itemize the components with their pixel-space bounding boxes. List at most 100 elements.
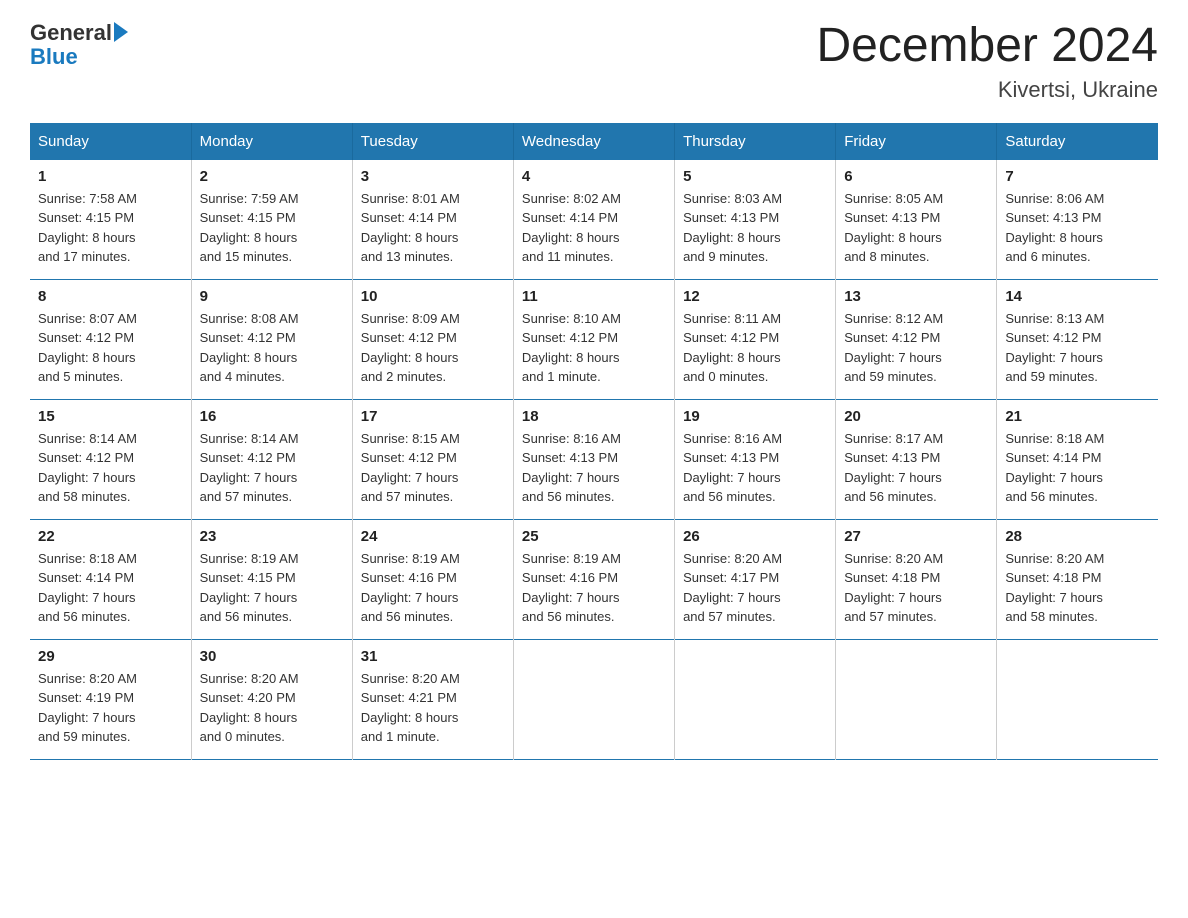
day-number: 4 [522,168,666,185]
day-number: 23 [200,528,344,545]
weekday-header-saturday: Saturday [997,123,1158,160]
day-number: 21 [1005,408,1150,425]
day-number: 22 [38,528,183,545]
calendar-cell: 6 Sunrise: 8:05 AMSunset: 4:13 PMDaylight… [836,160,997,280]
calendar-cell: 2Sunrise: 7:59 AMSunset: 4:15 PMDaylight… [191,160,352,280]
day-info: Sunrise: 8:17 AMSunset: 4:13 PMDaylight:… [844,429,988,507]
day-number: 10 [361,288,505,305]
day-info: Sunrise: 8:11 AMSunset: 4:12 PMDaylight:… [683,309,827,387]
day-info: Sunrise: 8:20 AMSunset: 4:20 PMDaylight:… [200,669,344,747]
calendar-cell: 24 Sunrise: 8:19 AMSunset: 4:16 PMDayligh… [352,519,513,639]
day-info: Sunrise: 8:19 AMSunset: 4:16 PMDaylight:… [522,549,666,627]
calendar-week-3: 15 Sunrise: 8:14 AMSunset: 4:12 PMDayligh… [30,399,1158,519]
calendar-cell: 18 Sunrise: 8:16 AMSunset: 4:13 PMDayligh… [513,399,674,519]
day-info: Sunrise: 8:18 AMSunset: 4:14 PMDaylight:… [38,549,183,627]
title-block: December 2024 Kivertsi, Ukraine [816,20,1158,103]
calendar-cell: 31 Sunrise: 8:20 AMSunset: 4:21 PMDayligh… [352,639,513,759]
day-number: 7 [1005,168,1150,185]
calendar-cell: 11 Sunrise: 8:10 AMSunset: 4:12 PMDayligh… [513,279,674,399]
logo: General Blue [30,20,128,68]
day-info: Sunrise: 8:14 AMSunset: 4:12 PMDaylight:… [200,429,344,507]
day-number: 30 [200,648,344,665]
day-info: Sunrise: 8:12 AMSunset: 4:12 PMDaylight:… [844,309,988,387]
calendar-week-2: 8 Sunrise: 8:07 AMSunset: 4:12 PMDaylight… [30,279,1158,399]
day-info: Sunrise: 8:20 AMSunset: 4:17 PMDaylight:… [683,549,827,627]
day-number: 17 [361,408,505,425]
weekday-header-tuesday: Tuesday [352,123,513,160]
calendar-cell: 7 Sunrise: 8:06 AMSunset: 4:13 PMDaylight… [997,160,1158,280]
calendar-cell: 14 Sunrise: 8:13 AMSunset: 4:12 PMDayligh… [997,279,1158,399]
calendar-cell: 9 Sunrise: 8:08 AMSunset: 4:12 PMDaylight… [191,279,352,399]
weekday-header-wednesday: Wednesday [513,123,674,160]
day-number: 27 [844,528,988,545]
calendar-cell: 27 Sunrise: 8:20 AMSunset: 4:18 PMDayligh… [836,519,997,639]
day-info: Sunrise: 8:15 AMSunset: 4:12 PMDaylight:… [361,429,505,507]
day-info: Sunrise: 8:19 AMSunset: 4:16 PMDaylight:… [361,549,505,627]
day-info: Sunrise: 8:14 AMSunset: 4:12 PMDaylight:… [38,429,183,507]
day-info: Sunrise: 8:02 AMSunset: 4:14 PMDaylight:… [522,189,666,267]
day-number: 12 [683,288,827,305]
logo-blue-text: Blue [30,46,78,68]
day-info: Sunrise: 8:20 AMSunset: 4:21 PMDaylight:… [361,669,505,747]
day-info: Sunrise: 8:18 AMSunset: 4:14 PMDaylight:… [1005,429,1150,507]
day-number: 15 [38,408,183,425]
calendar-cell: 8 Sunrise: 8:07 AMSunset: 4:12 PMDaylight… [30,279,191,399]
calendar-cell: 20Sunrise: 8:17 AMSunset: 4:13 PMDayligh… [836,399,997,519]
calendar-cell: 21 Sunrise: 8:18 AMSunset: 4:14 PMDayligh… [997,399,1158,519]
day-info: Sunrise: 8:03 AMSunset: 4:13 PMDaylight:… [683,189,827,267]
calendar-header: SundayMondayTuesdayWednesdayThursdayFrid… [30,123,1158,160]
calendar-cell [997,639,1158,759]
day-number: 26 [683,528,827,545]
day-info: Sunrise: 7:58 AMSunset: 4:15 PMDaylight:… [38,189,183,267]
day-number: 29 [38,648,183,665]
day-info: Sunrise: 8:09 AMSunset: 4:12 PMDaylight:… [361,309,505,387]
calendar-cell: 28Sunrise: 8:20 AMSunset: 4:18 PMDayligh… [997,519,1158,639]
day-number: 18 [522,408,666,425]
logo-arrow-icon [114,22,128,42]
day-info: Sunrise: 8:07 AMSunset: 4:12 PMDaylight:… [38,309,183,387]
calendar-cell: 3Sunrise: 8:01 AMSunset: 4:14 PMDaylight… [352,160,513,280]
day-number: 11 [522,288,666,305]
day-number: 1 [38,168,183,185]
calendar-cell: 12 Sunrise: 8:11 AMSunset: 4:12 PMDayligh… [675,279,836,399]
day-number: 31 [361,648,505,665]
day-number: 25 [522,528,666,545]
calendar-cell: 15 Sunrise: 8:14 AMSunset: 4:12 PMDayligh… [30,399,191,519]
calendar-cell: 10 Sunrise: 8:09 AMSunset: 4:12 PMDayligh… [352,279,513,399]
calendar-cell: 1 Sunrise: 7:58 AMSunset: 4:15 PMDaylight… [30,160,191,280]
day-info: Sunrise: 8:10 AMSunset: 4:12 PMDaylight:… [522,309,666,387]
calendar-cell: 25 Sunrise: 8:19 AMSunset: 4:16 PMDayligh… [513,519,674,639]
day-info: Sunrise: 8:08 AMSunset: 4:12 PMDaylight:… [200,309,344,387]
day-info: Sunrise: 8:16 AMSunset: 4:13 PMDaylight:… [522,429,666,507]
day-number: 2 [200,168,344,185]
calendar-cell: 29Sunrise: 8:20 AMSunset: 4:19 PMDayligh… [30,639,191,759]
day-number: 28 [1005,528,1150,545]
calendar-cell: 13 Sunrise: 8:12 AMSunset: 4:12 PMDayligh… [836,279,997,399]
day-number: 14 [1005,288,1150,305]
day-number: 5 [683,168,827,185]
calendar-cell: 19Sunrise: 8:16 AMSunset: 4:13 PMDayligh… [675,399,836,519]
calendar-title: December 2024 [816,20,1158,73]
day-info: Sunrise: 8:06 AMSunset: 4:13 PMDaylight:… [1005,189,1150,267]
calendar-body: 1 Sunrise: 7:58 AMSunset: 4:15 PMDaylight… [30,160,1158,760]
calendar-table: SundayMondayTuesdayWednesdayThursdayFrid… [30,123,1158,760]
day-number: 9 [200,288,344,305]
calendar-week-4: 22 Sunrise: 8:18 AMSunset: 4:14 PMDayligh… [30,519,1158,639]
weekday-header-thursday: Thursday [675,123,836,160]
day-info: Sunrise: 8:16 AMSunset: 4:13 PMDaylight:… [683,429,827,507]
day-number: 24 [361,528,505,545]
calendar-cell [513,639,674,759]
day-number: 13 [844,288,988,305]
day-number: 8 [38,288,183,305]
day-number: 6 [844,168,988,185]
calendar-week-1: 1 Sunrise: 7:58 AMSunset: 4:15 PMDaylight… [30,160,1158,280]
calendar-subtitle: Kivertsi, Ukraine [816,77,1158,103]
calendar-cell: 17 Sunrise: 8:15 AMSunset: 4:12 PMDayligh… [352,399,513,519]
day-info: Sunrise: 8:13 AMSunset: 4:12 PMDaylight:… [1005,309,1150,387]
weekday-header-row: SundayMondayTuesdayWednesdayThursdayFrid… [30,123,1158,160]
day-info: Sunrise: 8:05 AMSunset: 4:13 PMDaylight:… [844,189,988,267]
weekday-header-monday: Monday [191,123,352,160]
calendar-cell: 4 Sunrise: 8:02 AMSunset: 4:14 PMDaylight… [513,160,674,280]
day-info: Sunrise: 8:20 AMSunset: 4:18 PMDaylight:… [844,549,988,627]
logo-general-text: General [30,20,112,46]
